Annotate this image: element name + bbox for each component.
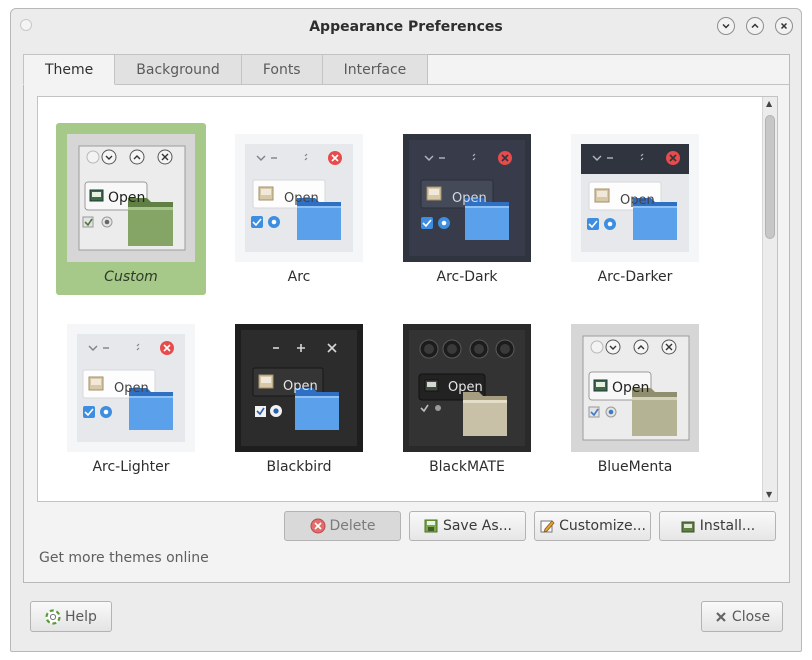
open-button-label: Open <box>612 380 650 396</box>
theme-item-blackbird[interactable]: Blackbird Open <box>224 313 374 485</box>
save-as-button[interactable]: Save As... <box>409 511 526 541</box>
chevron-up-icon <box>751 23 759 29</box>
get-more-themes-link[interactable]: Get more themes online <box>39 550 209 566</box>
tab-divider <box>411 84 790 85</box>
delete-icon <box>310 518 325 534</box>
theme-item-custom[interactable]: Custom Open <box>56 123 206 295</box>
help-button[interactable]: Help <box>30 601 112 632</box>
close-icon <box>780 22 788 30</box>
window-title: Appearance Preferences <box>309 19 503 35</box>
maximize-button[interactable] <box>746 17 764 35</box>
help-label: Help <box>65 608 97 625</box>
theme-item-blackmate[interactable]: BlackMATE Open <box>392 313 542 485</box>
theme-grid-scrollbar[interactable]: ▲ ▼ <box>762 97 777 501</box>
theme-name: Blackbird <box>266 459 332 475</box>
open-button-label: Open <box>114 381 149 396</box>
save-as-icon <box>424 519 438 533</box>
theme-name: Arc-Lighter <box>92 459 170 475</box>
theme-item-arc[interactable]: Arc Open <box>224 123 374 295</box>
install-button[interactable]: Install... <box>659 511 776 541</box>
theme-item-bluementa[interactable]: BlueMenta Open <box>560 313 710 485</box>
open-button-label: Open <box>620 193 655 208</box>
edit-icon <box>540 520 555 533</box>
close-label: Close <box>731 608 771 625</box>
tab-interface[interactable]: Interface <box>322 54 429 85</box>
open-button-label: Open <box>284 191 319 206</box>
theme-name: Arc <box>287 269 311 285</box>
open-button-label: Open <box>283 379 318 394</box>
open-button-label: Open <box>448 380 483 395</box>
theme-grid[interactable]: Custom Open Arc Open Arc-Dark Open Arc-D… <box>37 96 778 502</box>
tab-bar: Theme Background Fonts Interface <box>23 54 429 85</box>
scroll-up-icon[interactable]: ▲ <box>766 99 772 108</box>
theme-name: BlackMATE <box>429 459 505 475</box>
close-window-button[interactable] <box>775 17 793 35</box>
customize-label: Customize... <box>559 518 646 534</box>
customize-button[interactable]: Customize... <box>534 511 651 541</box>
theme-name: BlueMenta <box>597 459 673 475</box>
tab-theme[interactable]: Theme <box>23 54 116 85</box>
theme-item-arc-lighter[interactable]: Arc-Lighter Open <box>56 313 206 485</box>
close-button[interactable]: Close <box>701 601 783 632</box>
tab-background[interactable]: Background <box>115 54 242 85</box>
theme-name: Arc-Darker <box>597 269 673 285</box>
help-icon <box>45 608 61 625</box>
tab-fonts[interactable]: Fonts <box>241 54 323 85</box>
minimize-button[interactable] <box>717 17 735 35</box>
install-label: Install... <box>699 518 756 534</box>
scrollbar-thumb[interactable] <box>765 115 775 239</box>
install-icon <box>681 521 695 533</box>
save-as-label: Save As... <box>442 518 513 534</box>
appearance-preferences-window: Appearance Preferences Theme Background … <box>10 8 802 652</box>
theme-name: Arc-Dark <box>436 269 498 285</box>
open-button-label: Open <box>452 191 487 206</box>
delete-label: Delete <box>329 518 376 534</box>
theme-name: Custom <box>104 269 158 285</box>
theme-item-arc-dark[interactable]: Arc-Dark Open <box>392 123 542 295</box>
open-button-label: Open <box>108 190 146 206</box>
close-icon <box>716 611 726 622</box>
title-bar[interactable]: Appearance Preferences <box>11 9 801 47</box>
scroll-down-icon[interactable]: ▼ <box>766 490 772 499</box>
theme-item-arc-darker[interactable]: Arc-Darker Open <box>560 123 710 295</box>
chevron-down-icon <box>722 23 730 29</box>
delete-button[interactable]: Delete <box>284 511 401 541</box>
